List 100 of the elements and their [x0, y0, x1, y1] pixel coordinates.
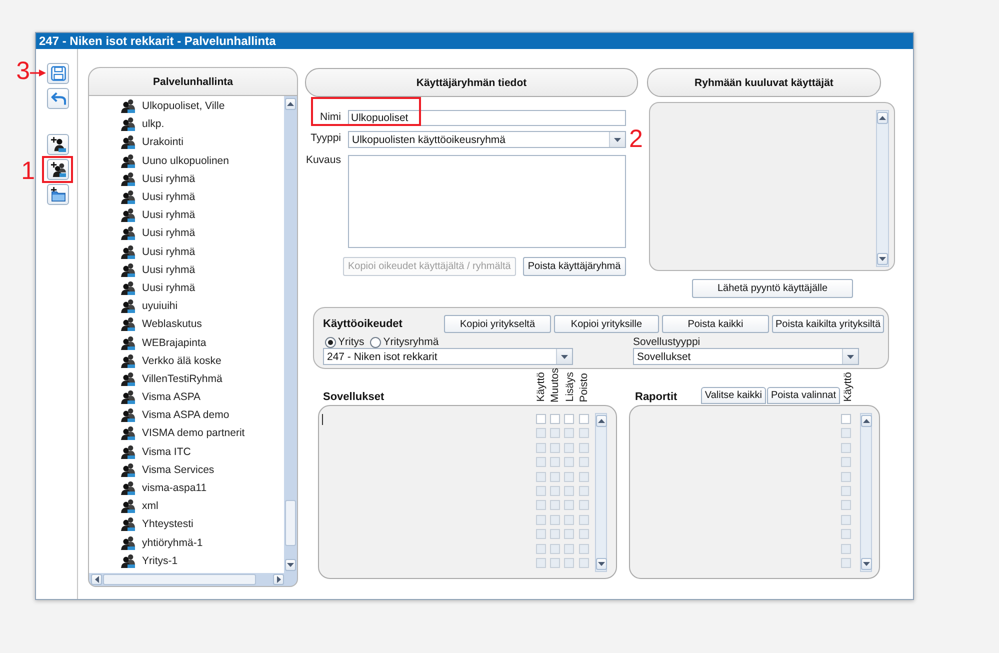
- tree-item[interactable]: Weblaskutus: [89, 315, 284, 334]
- radio-label: Yritys: [338, 336, 364, 348]
- vertical-scrollbar[interactable]: [284, 96, 297, 573]
- description-field[interactable]: [348, 155, 626, 248]
- tree-item[interactable]: VISMA demo partnerit: [89, 424, 284, 443]
- tree-item[interactable]: Urakointi: [89, 133, 284, 152]
- user-group-icon: [121, 244, 135, 259]
- tree-item[interactable]: Uusi ryhmä: [89, 278, 284, 298]
- tree-item[interactable]: WEBrajapinta: [89, 333, 284, 352]
- caret-right-icon: [276, 576, 280, 583]
- tree-item[interactable]: xml: [89, 497, 284, 516]
- action-button[interactable]: Poista valinnat: [766, 387, 840, 404]
- user-group-icon: [121, 117, 135, 132]
- field-label: Sovellustyyppi: [633, 336, 702, 348]
- tree-item[interactable]: Visma ITC: [89, 442, 284, 461]
- scrollbar-thumb[interactable]: [285, 500, 296, 546]
- tree-item[interactable]: Visma Services: [89, 460, 284, 479]
- checkbox[interactable]: [578, 414, 588, 424]
- tree-item[interactable]: Uusi ryhmä: [89, 260, 284, 279]
- user-group-icon: [121, 190, 135, 204]
- caret-down-icon: [287, 563, 294, 567]
- caret-down-icon: [879, 257, 886, 261]
- add-user-button[interactable]: [47, 134, 69, 155]
- column-header: Käyttö: [842, 372, 854, 402]
- field-label: Tyyppi: [310, 131, 342, 145]
- action-button[interactable]: Poista kaikki: [662, 315, 769, 333]
- scroll-right-button[interactable]: [273, 574, 284, 585]
- horizontal-scrollbar[interactable]: [89, 573, 284, 586]
- dropdown-button[interactable]: [842, 349, 858, 364]
- scroll-up-button[interactable]: [877, 112, 888, 124]
- action-button[interactable]: Valitse kaikki: [700, 387, 766, 404]
- scroll-down-button[interactable]: [285, 559, 296, 571]
- user-group-icon: [121, 444, 135, 459]
- radio-button[interactable]: [370, 336, 382, 348]
- action-button[interactable]: Kopioi yrityksille: [554, 315, 659, 333]
- user-group-icon: [121, 208, 135, 222]
- add-group-button[interactable]: [47, 159, 69, 180]
- caret-up-icon: [598, 419, 604, 423]
- checkbox[interactable]: [841, 414, 851, 424]
- action-button[interactable]: Lähetä pyyntö käyttäjälle: [692, 279, 853, 298]
- tree-item[interactable]: Uusi ryhmä: [89, 224, 284, 242]
- add-folder-button[interactable]: [47, 184, 69, 205]
- caret-left-icon: [94, 576, 98, 583]
- scroll-left-button[interactable]: [91, 574, 102, 585]
- action-button[interactable]: Kopioi yritykseltä: [444, 315, 551, 333]
- column-header: Käyttö: [535, 372, 548, 402]
- user-group-icon: [121, 481, 135, 496]
- dropdown-button[interactable]: [556, 349, 572, 364]
- dropdown[interactable]: Ulkopuolisten käyttöoikeusryhmä: [348, 131, 626, 148]
- scroll-up-button[interactable]: [596, 415, 606, 427]
- callout-number: 2: [629, 127, 643, 152]
- tree-item[interactable]: visma-aspa11: [89, 478, 284, 498]
- tree-item[interactable]: Uusi ryhmä: [89, 242, 284, 261]
- save-button[interactable]: [47, 63, 69, 84]
- checkbox[interactable]: [550, 414, 560, 424]
- scrollbar-thumb[interactable]: [103, 574, 256, 585]
- checkbox[interactable]: [536, 414, 546, 424]
- scroll-down-button[interactable]: [596, 558, 606, 570]
- checkbox[interactable]: [564, 414, 574, 424]
- column-header: Lisäys: [564, 372, 576, 402]
- undo-icon: [50, 91, 66, 106]
- tree-item[interactable]: VillenTestiRyhmä: [89, 370, 284, 388]
- dropdown[interactable]: Sovellukset: [633, 348, 859, 365]
- tree-item[interactable]: uyuiuihi: [89, 297, 284, 316]
- scroll-up-button[interactable]: [285, 98, 296, 110]
- user-group-icon: [121, 499, 135, 514]
- user-group-plus-icon: [50, 162, 66, 177]
- user-group-icon: [121, 372, 135, 386]
- tree-item[interactable]: Verkko älä koske: [89, 352, 284, 370]
- tree-item[interactable]: Visma ASPA: [89, 388, 284, 406]
- tree-item[interactable]: Uusi ryhmä: [89, 188, 284, 206]
- tree-item[interactable]: Uusi ryhmä: [89, 170, 284, 188]
- tree-item[interactable]: yhtiöryhmä-1: [89, 534, 284, 552]
- tree-item[interactable]: Yritys-1: [89, 552, 284, 570]
- column-header: Poisto: [578, 372, 590, 402]
- vertical-scrollbar[interactable]: [876, 110, 889, 267]
- scroll-down-button[interactable]: [860, 558, 872, 570]
- tree-item[interactable]: ulkp.: [89, 115, 284, 134]
- dropdown[interactable]: 247 - Niken isot rekkarit: [323, 348, 573, 365]
- tree-item[interactable]: Visma ASPA demo: [89, 406, 284, 424]
- user-group-icon: [121, 135, 135, 150]
- scroll-down-button[interactable]: [877, 253, 888, 265]
- dropdown-button[interactable]: [609, 132, 625, 147]
- section-header: Ryhmään kuuluvat käyttäjät: [647, 68, 881, 97]
- callout-number: 1: [21, 159, 35, 184]
- tree-item[interactable]: Uusi ryhmä: [89, 206, 284, 224]
- scroll-up-button[interactable]: [860, 415, 872, 427]
- vertical-scrollbar[interactable]: [595, 413, 607, 572]
- action-button[interactable]: Poista käyttäjäryhmä: [522, 257, 626, 276]
- radio-button[interactable]: [325, 336, 336, 348]
- vertical-scrollbar[interactable]: [860, 413, 872, 572]
- undo-button[interactable]: [47, 88, 69, 109]
- user-group-icon: [121, 354, 135, 368]
- caret-down-icon: [614, 138, 621, 142]
- action-button[interactable]: Poista kaikilta yrityksiltä: [772, 315, 884, 333]
- tree-item[interactable]: Ulkopuoliset, Ville: [89, 97, 284, 116]
- tree-item[interactable]: Yhteystesti: [89, 515, 284, 534]
- text-field[interactable]: Ulkopuoliset: [348, 110, 626, 126]
- tree-item[interactable]: Uuno ulkopuolinen: [89, 152, 284, 170]
- caret-up-icon: [879, 116, 886, 120]
